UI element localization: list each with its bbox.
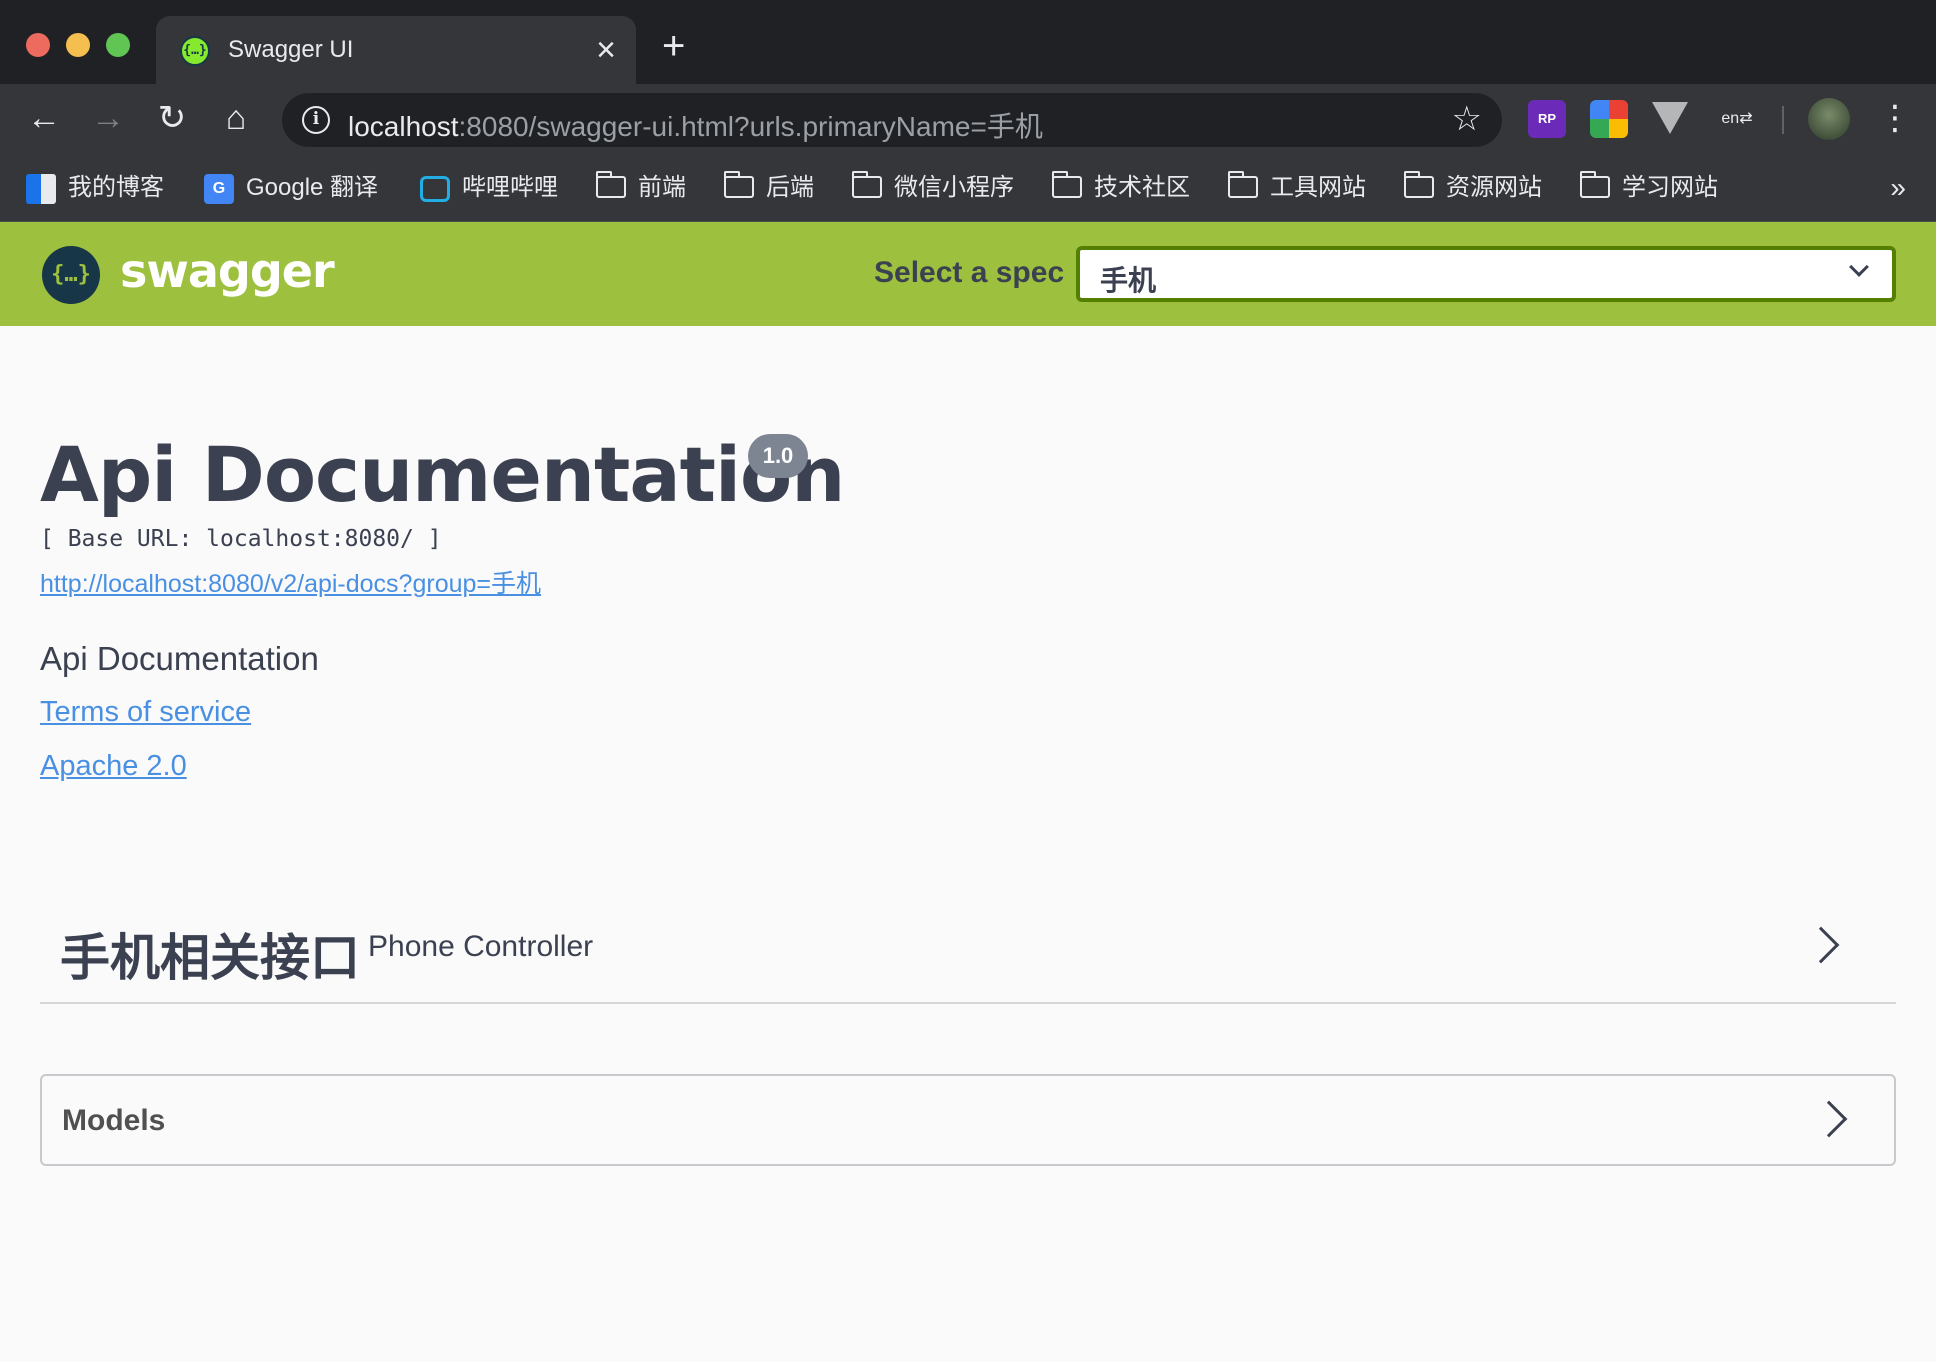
bookmark-label: 技术社区 (1094, 174, 1190, 201)
axure-rp-extension-icon[interactable]: RP (1528, 100, 1566, 138)
terms-of-service-link[interactable]: Terms of service (40, 696, 251, 729)
tag-section-phone-controller[interactable]: 手机相关接口 Phone Controller (40, 898, 1896, 1004)
spec-select-dropdown[interactable]: 手机 (1076, 246, 1896, 302)
bookmark-google-translate[interactable]: G Google 翻译 (204, 170, 378, 206)
bilibili-icon (420, 175, 450, 202)
bookmark-folder-tools[interactable]: 工具网站 (1227, 170, 1366, 206)
bookmark-folder-learning[interactable]: 学习网站 (1579, 170, 1718, 206)
bookmark-folder-backend[interactable]: 后端 (723, 170, 814, 206)
bookmark-label: Google 翻译 (246, 174, 379, 201)
expand-chevron-icon[interactable] (1802, 926, 1840, 964)
reload-icon[interactable]: ↻ (152, 98, 192, 138)
bookmark-label: 我的博客 (68, 174, 164, 201)
swagger-logo-text[interactable]: swagger (120, 244, 335, 298)
more-bookmarks-icon[interactable]: » (1890, 170, 1906, 206)
blog-icon (26, 173, 56, 204)
new-tab-button[interactable]: + (662, 26, 685, 66)
bookmark-label: 前端 (638, 174, 686, 201)
bookmark-bilibili[interactable]: 哔哩哔哩 (420, 170, 558, 206)
tag-name: 手机相关接口 (60, 930, 360, 986)
bookmark-label: 资源网站 (1446, 174, 1542, 201)
forward-arrow-icon[interactable]: → (88, 98, 128, 138)
folder-icon (1227, 170, 1258, 198)
google-translate-icon: G (204, 173, 234, 204)
url-host: localhost (348, 111, 459, 142)
folder-icon (1051, 170, 1082, 198)
maximize-window-button[interactable] (106, 33, 130, 57)
url-text[interactable]: localhost:8080/swagger-ui.html?urls.prim… (348, 105, 1043, 145)
version-badge: 1.0 (748, 434, 808, 478)
bookmark-label: 微信小程序 (894, 174, 1014, 201)
bookmark-folder-resources[interactable]: 资源网站 (1403, 170, 1542, 206)
folder-icon (1403, 170, 1434, 198)
spec-selected-value: 手机 (1100, 265, 1157, 296)
folder-icon (851, 170, 882, 198)
browser-toolbar: ← → ↻ ⌂ i localhost:8080/swagger-ui.html… (0, 84, 1936, 156)
browser-chrome: {…} Swagger UI × + ← → ↻ ⌂ i localhost:8… (0, 0, 1936, 222)
license-link[interactable]: Apache 2.0 (40, 750, 187, 783)
api-description: Api Documentation (40, 640, 319, 677)
select-spec-label: Select a spec (874, 256, 1065, 289)
bookmark-folder-miniprogram[interactable]: 微信小程序 (851, 170, 1014, 206)
back-arrow-icon[interactable]: ← (24, 98, 64, 138)
expand-chevron-icon[interactable] (1810, 1100, 1848, 1138)
api-title: Api Documentation (40, 430, 845, 519)
url-path: :8080/swagger-ui.html?urls.primaryName=手… (458, 111, 1043, 142)
bookmark-label: 工具网站 (1270, 174, 1366, 201)
profile-avatar[interactable] (1808, 98, 1850, 140)
bookmark-label: 后端 (766, 174, 814, 201)
folder-icon (723, 170, 754, 198)
vue-devtools-icon[interactable] (1652, 102, 1688, 134)
bookmark-folder-tech-community[interactable]: 技术社区 (1051, 170, 1190, 206)
bookmark-label: 哔哩哔哩 (462, 174, 558, 201)
bookmark-blog[interactable]: 我的博客 (26, 170, 164, 206)
bookmark-folder-frontend[interactable]: 前端 (595, 170, 686, 206)
models-section[interactable]: Models (40, 1074, 1896, 1166)
tag-description: Phone Controller (368, 930, 594, 963)
swagger-topbar: {…} swagger Select a spec 手机 (0, 222, 1936, 326)
api-docs-link[interactable]: http://localhost:8080/v2/api-docs?group=… (40, 564, 541, 600)
tab-close-icon[interactable]: × (596, 30, 616, 70)
title-bar: {…} Swagger UI × + (0, 0, 1936, 84)
translate-extension-icon[interactable]: en⇄ (1718, 100, 1756, 138)
browser-tab[interactable]: {…} Swagger UI × (156, 16, 636, 84)
swagger-logo-icon[interactable]: {…} (42, 246, 100, 304)
close-window-button[interactable] (26, 33, 50, 57)
bookmarks-bar: 我的博客 G Google 翻译 哔哩哔哩 前端 后端 微信小程序 技术社区 工具… (0, 156, 1936, 222)
folder-icon (1579, 170, 1610, 198)
minimize-window-button[interactable] (66, 33, 90, 57)
base-url: [ Base URL: localhost:8080/ ] (40, 526, 442, 552)
chevron-down-icon (1849, 257, 1869, 277)
toolbar-separator (1782, 106, 1784, 134)
bookmark-label: 学习网站 (1622, 174, 1718, 201)
swagger-favicon-icon: {…} (180, 36, 210, 66)
folder-icon (595, 170, 626, 198)
colorful-extension-icon[interactable] (1590, 100, 1628, 138)
address-bar[interactable]: i localhost:8080/swagger-ui.html?urls.pr… (282, 93, 1502, 147)
models-title: Models (62, 1104, 166, 1137)
browser-menu-icon[interactable]: ⋮ (1878, 98, 1912, 138)
tab-title: Swagger UI (228, 36, 354, 63)
site-info-icon[interactable]: i (302, 106, 330, 134)
bookmark-star-icon[interactable]: ☆ (1452, 99, 1482, 139)
home-icon[interactable]: ⌂ (216, 98, 256, 138)
